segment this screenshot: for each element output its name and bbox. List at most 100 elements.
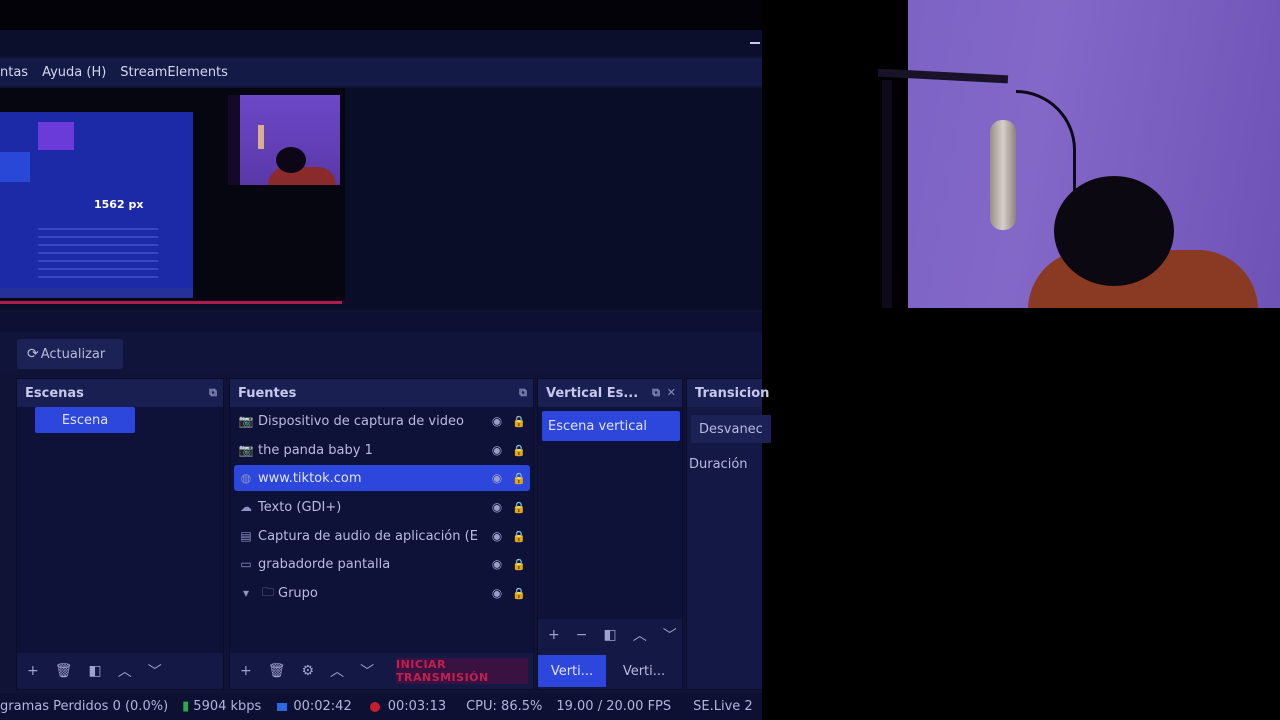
monitor-icon: ▭: [240, 557, 252, 571]
lock-icon[interactable]: 🔒: [508, 472, 530, 485]
move-down-icon[interactable]: ﹀: [360, 661, 374, 681]
start-stream-button[interactable]: INICIAR TRANSMISIÓN: [396, 658, 528, 684]
lock-icon[interactable]: 🔒: [508, 415, 530, 428]
scenes-dock: Escenas ⧉ Escena + 🗑 ◧ ︿ ﹀: [16, 378, 224, 690]
source-row[interactable]: ☁ Texto (GDI+) ◉ 🔒: [234, 494, 530, 520]
duration-label: Duración: [689, 457, 748, 472]
folder-icon: 🗀: [261, 584, 274, 599]
visibility-eye-icon[interactable]: ◉: [486, 586, 508, 600]
visibility-eye-icon[interactable]: ◉: [486, 414, 508, 428]
camera-icon: 📷: [238, 443, 254, 457]
remove-source-icon[interactable]: 🗑: [268, 663, 286, 679]
obs-window: ntas Ayuda (H) StreamElements 1562 px ⟳: [0, 0, 771, 720]
visibility-eye-icon[interactable]: ◉: [486, 500, 508, 514]
lock-icon[interactable]: 🔒: [508, 558, 530, 571]
measure-label: 1562 px: [94, 198, 144, 211]
source-name: grabadorde pantalla: [258, 556, 391, 572]
scenes-title-text: Escenas: [25, 385, 84, 401]
preview-area[interactable]: 1562 px: [0, 88, 762, 310]
scenes-title: Escenas ⧉: [17, 379, 223, 407]
vertical-tab-1[interactable]: Verti...: [538, 655, 606, 687]
nested-statusbar: [0, 288, 193, 298]
person-head: [1054, 176, 1174, 286]
minimize-icon[interactable]: [750, 42, 760, 44]
transition-select[interactable]: Desvanec: [691, 415, 771, 443]
mic-stand-pole: [882, 80, 892, 308]
refresh-label: Actualizar: [40, 346, 106, 362]
refresh-button[interactable]: ⟳ Actualizar: [17, 339, 123, 369]
source-name: the panda baby 1: [258, 442, 373, 458]
preview-canvas[interactable]: 1562 px: [0, 88, 345, 304]
add-vertical-scene-icon[interactable]: +: [548, 627, 560, 643]
context-toolbar: ⟳ Actualizar: [0, 332, 762, 374]
add-scene-icon[interactable]: +: [27, 663, 39, 679]
nested-webcam: [38, 122, 74, 150]
splitter[interactable]: [0, 312, 762, 332]
vertical-toolbar: + − ◧ ︿ ﹀: [538, 617, 682, 653]
source-name: Dispositivo de captura de video: [258, 413, 464, 429]
lock-icon[interactable]: 🔒: [508, 501, 530, 514]
bitrate: 5904 kbps: [193, 699, 262, 714]
lock-icon[interactable]: 🔒: [508, 444, 530, 457]
source-row-selected[interactable]: ◍ www.tiktok.com ◉ 🔒: [234, 465, 530, 491]
title-bar: [0, 0, 762, 30]
record-status-icon: [369, 701, 380, 712]
visibility-eye-icon[interactable]: ◉: [486, 471, 508, 485]
remove-vertical-scene-icon[interactable]: −: [576, 627, 588, 643]
se-live-label: SE.Live 2: [693, 699, 753, 714]
source-row[interactable]: ▭ grabadorde pantalla ◉ 🔒: [234, 551, 530, 577]
scene-item[interactable]: Escena: [35, 407, 135, 433]
float-dock-icon[interactable]: ⧉: [652, 386, 660, 400]
menu-streamelements[interactable]: StreamElements: [120, 65, 228, 80]
network-signal-icon: ▮: [182, 699, 190, 714]
source-group-row[interactable]: ▾ 🗀 Grupo ◉ 🔒: [234, 580, 530, 606]
nested-panel: [0, 152, 30, 182]
add-source-icon[interactable]: +: [240, 663, 252, 679]
webcam-source-thumbnail[interactable]: [228, 95, 340, 185]
guide-line: [0, 301, 342, 304]
move-up-icon[interactable]: ︿: [118, 661, 132, 681]
vertical-scenes-dock: Vertical Es... ⧉ ✕ Escena vertical + − ◧…: [537, 378, 683, 690]
move-down-icon[interactable]: ﹀: [663, 625, 677, 645]
nested-lines: [38, 222, 158, 282]
scene-filters-icon[interactable]: ◧: [89, 663, 102, 679]
visibility-eye-icon[interactable]: ◉: [486, 443, 508, 457]
float-dock-icon[interactable]: ⧉: [209, 386, 217, 400]
menu-bar: ntas Ayuda (H) StreamElements: [0, 58, 762, 86]
window-frame: [0, 30, 762, 56]
source-name: www.tiktok.com: [258, 470, 362, 486]
expand-arrow-icon[interactable]: ▾: [234, 586, 258, 600]
lock-icon[interactable]: 🔒: [508, 587, 530, 600]
close-icon[interactable]: ✕: [667, 386, 676, 399]
sources-title-text: Fuentes: [238, 385, 297, 401]
transitions-title-text: Transicion: [695, 385, 770, 401]
text-icon: ☁: [240, 500, 252, 514]
globe-icon: ◍: [240, 471, 252, 485]
menu-tools[interactable]: ntas: [0, 65, 28, 80]
menu-help[interactable]: Ayuda (H): [42, 65, 106, 80]
move-down-icon[interactable]: ﹀: [148, 661, 162, 681]
audio-capture-icon: ▤: [240, 529, 252, 543]
move-up-icon[interactable]: ︿: [633, 625, 647, 645]
thumb-shoulders: [268, 167, 336, 185]
vertical-scene-item[interactable]: Escena vertical: [542, 411, 680, 441]
stream-time: 00:02:42: [293, 699, 352, 714]
source-name: Texto (GDI+): [258, 499, 342, 515]
lock-icon[interactable]: 🔒: [508, 530, 530, 543]
float-dock-icon[interactable]: ⧉: [519, 386, 527, 400]
source-row[interactable]: 📷 the panda baby 1 ◉ 🔒: [234, 437, 530, 463]
scenes-list: Escena: [17, 407, 223, 653]
visibility-eye-icon[interactable]: ◉: [486, 557, 508, 571]
vertical-list: Escena vertical: [538, 407, 682, 619]
thumb-mic: [258, 125, 264, 149]
vertical-filters-icon[interactable]: ◧: [603, 627, 616, 643]
source-row[interactable]: 📷 Dispositivo de captura de video ◉ 🔒: [234, 408, 530, 434]
vertical-tab-2[interactable]: Verti...: [610, 655, 678, 687]
move-up-icon[interactable]: ︿: [330, 661, 344, 681]
remove-scene-icon[interactable]: 🗑: [55, 663, 73, 679]
visibility-eye-icon[interactable]: ◉: [486, 529, 508, 543]
source-row[interactable]: ▤ Captura de audio de aplicación (E ◉ 🔒: [234, 523, 530, 549]
thumb-shadow: [228, 95, 240, 185]
refresh-icon: ⟳: [27, 346, 39, 362]
source-settings-icon[interactable]: ⚙: [302, 663, 315, 679]
